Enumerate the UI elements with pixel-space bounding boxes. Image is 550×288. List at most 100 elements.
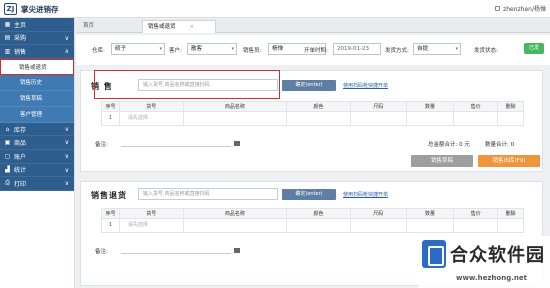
- ship-select[interactable]: 自提 ▾: [413, 43, 461, 55]
- sidebar-item-label: 库存: [14, 126, 27, 134]
- goods-icon: ▣: [4, 139, 11, 147]
- sidebar-item-label: 打印: [14, 180, 27, 188]
- chevron-down-icon: ▾: [231, 46, 234, 52]
- col-size: 尺码: [351, 102, 407, 111]
- tab-home[interactable]: 首页: [78, 20, 99, 33]
- col-color: 颜色: [287, 209, 351, 218]
- col-color: 颜色: [287, 102, 351, 111]
- col-code: 货号: [120, 209, 184, 218]
- sales-draft-button[interactable]: 销售草稿: [411, 155, 473, 167]
- print-icon: ⎙: [5, 179, 10, 187]
- col-qty: 数量: [407, 209, 455, 218]
- chevron-down-icon: ∨: [64, 166, 69, 174]
- chevron-down-icon: ∨: [64, 139, 69, 147]
- sidebar-item-sales[interactable]: ▥ 销售 ∧: [0, 45, 74, 59]
- app-logo: ZJ: [4, 3, 17, 15]
- row-index: 1: [102, 219, 120, 232]
- col-delete: 删除: [505, 211, 516, 217]
- sidebar-item-home[interactable]: ▦ 主页: [0, 18, 74, 32]
- col-code: 货号: [120, 102, 184, 111]
- col-size: 尺码: [351, 209, 407, 218]
- sidebar-item-goods[interactable]: ▣ 商品 ∨: [0, 136, 74, 150]
- total-qty: 数量合计: 0: [485, 142, 515, 148]
- watermark: 合众软件园 www.hezhong.net: [418, 236, 550, 288]
- chevron-up-icon: ∧: [64, 48, 69, 56]
- warehouse-value: 硕子: [115, 46, 127, 52]
- sidebar-item-stats[interactable]: ▟ 统计 ∨: [0, 163, 74, 178]
- refund-ok-button[interactable]: 确定(enter): [282, 189, 336, 200]
- customer-select[interactable]: 散客 ▾: [187, 43, 237, 55]
- customer-value: 散客: [191, 46, 203, 52]
- close-icon[interactable]: ×: [190, 24, 195, 30]
- sales-icon: ▥: [4, 47, 11, 55]
- tab-label: 销售或退货: [148, 24, 176, 30]
- user-name[interactable]: zhenzhen/杨惮: [503, 4, 546, 13]
- chevron-down-icon: ∨: [64, 152, 69, 160]
- sidebar-item-account[interactable]: ▢ 账户 ∨: [0, 149, 74, 164]
- sidebar-item-purchase[interactable]: ▤ 采购 ∨: [0, 31, 74, 46]
- sidebar-item-sales-draft[interactable]: 销售草稿: [0, 90, 74, 107]
- chevron-down-icon: ▾: [159, 46, 162, 52]
- cart-icon: ▤: [4, 34, 11, 42]
- sidebar-item-label: 采购: [14, 35, 27, 43]
- watermark-logo-icon: [422, 240, 446, 268]
- sidebar-item-label: 账户: [14, 153, 27, 161]
- refund-title: 销售退货: [91, 191, 127, 200]
- col-delete: 删除: [505, 104, 516, 110]
- col-index: 序号: [102, 102, 120, 111]
- sidebar-item-sales-history[interactable]: 销售历史: [0, 74, 74, 91]
- sidebar-item-inventory[interactable]: ⌂ 库存 ∨: [0, 122, 74, 137]
- sidebar-item-label: 主页: [14, 21, 27, 29]
- col-name: 商品名称: [184, 102, 288, 111]
- date-field[interactable]: 2019-01-23: [333, 43, 381, 55]
- seller-label: 销售员:: [243, 48, 262, 54]
- seller-value: 杨惮: [272, 46, 284, 52]
- sales-note-label: 备注:: [95, 142, 108, 148]
- tab-sales-or-refund[interactable]: 销售或退货 ×: [142, 20, 216, 33]
- sidebar-item-label: 销售: [14, 48, 27, 56]
- col-qty: 数量: [407, 102, 455, 111]
- sidebar-item-label: 统计: [14, 167, 27, 175]
- refund-table-header: 序号 货号 商品名称 颜色 尺码 数量 售价 删除: [101, 208, 524, 219]
- ship-status-toggle[interactable]: 已发: [524, 43, 544, 54]
- refund-scan-input[interactable]: 输入货号,商品名称或直接扫码: [138, 188, 278, 200]
- tab-bar: 首页 销售或退货 ×: [76, 19, 550, 33]
- sidebar-item-sales-or-refund[interactable]: 销售或退货: [0, 58, 74, 75]
- sidebar-item-customers[interactable]: 客户管理: [0, 106, 74, 123]
- watermark-title: 合众软件园: [450, 245, 545, 266]
- date-label: 开单时间:: [304, 48, 328, 54]
- warehouse-label: 仓库:: [92, 48, 105, 54]
- col-price: 售价: [454, 102, 499, 111]
- row-index: 1: [102, 112, 120, 125]
- sales-out-button[interactable]: 销售出库(F9): [478, 155, 540, 167]
- account-icon: ▢: [4, 152, 11, 160]
- total-amount: 总金额合计: 0 元: [428, 142, 470, 148]
- watermark-url: www.hezhong.net: [456, 274, 527, 282]
- ship-status-label: 发货状态:: [474, 48, 498, 54]
- grid-icon: ▦: [4, 20, 11, 28]
- sales-scan-link[interactable]: 使用扫码枪快捷开单: [343, 82, 388, 89]
- chevron-down-icon: ▾: [455, 46, 458, 52]
- table-row: 1 请先选择: [101, 112, 524, 126]
- inventory-icon: ⌂: [5, 125, 10, 133]
- filter-bar: 仓库: 硕子 ▾ 客户: 散客 ▾ 销售员: 杨惮 ▾ 开单时间: 2019-01-2…: [76, 35, 550, 65]
- flag-icon[interactable]: [234, 141, 240, 146]
- sidebar-item-print[interactable]: ⎙ 打印 ∨: [0, 177, 74, 191]
- refund-note-input[interactable]: [121, 253, 231, 254]
- sidebar: ▦ 主页 ▤ 采购 ∨ ▥ 销售 ∧ 销售或退货 销售历史 销售草稿 客户管理 …: [0, 18, 75, 288]
- chart-icon: ▟: [5, 166, 10, 174]
- row-code-select[interactable]: 请先选择: [120, 112, 184, 125]
- refund-scan-link[interactable]: 使用扫码枪快捷开单: [343, 191, 388, 198]
- user-area[interactable]: zhenzhen/杨惮: [495, 4, 546, 13]
- lock-icon[interactable]: [495, 6, 501, 11]
- customer-label: 客户:: [169, 48, 182, 54]
- sales-note-input[interactable]: [121, 146, 231, 147]
- top-bar: ZJ 掌尖进销存 zhenzhen/杨惮: [0, 0, 550, 18]
- warehouse-select[interactable]: 硕子 ▾: [111, 43, 165, 55]
- col-index: 序号: [102, 209, 120, 218]
- flag-icon[interactable]: [234, 248, 240, 253]
- highlight-box: [94, 70, 280, 99]
- row-code-select[interactable]: 请先选择: [120, 219, 184, 232]
- sales-ok-button[interactable]: 确定(enter): [282, 80, 336, 91]
- app-name: 掌尖进销存: [21, 5, 59, 14]
